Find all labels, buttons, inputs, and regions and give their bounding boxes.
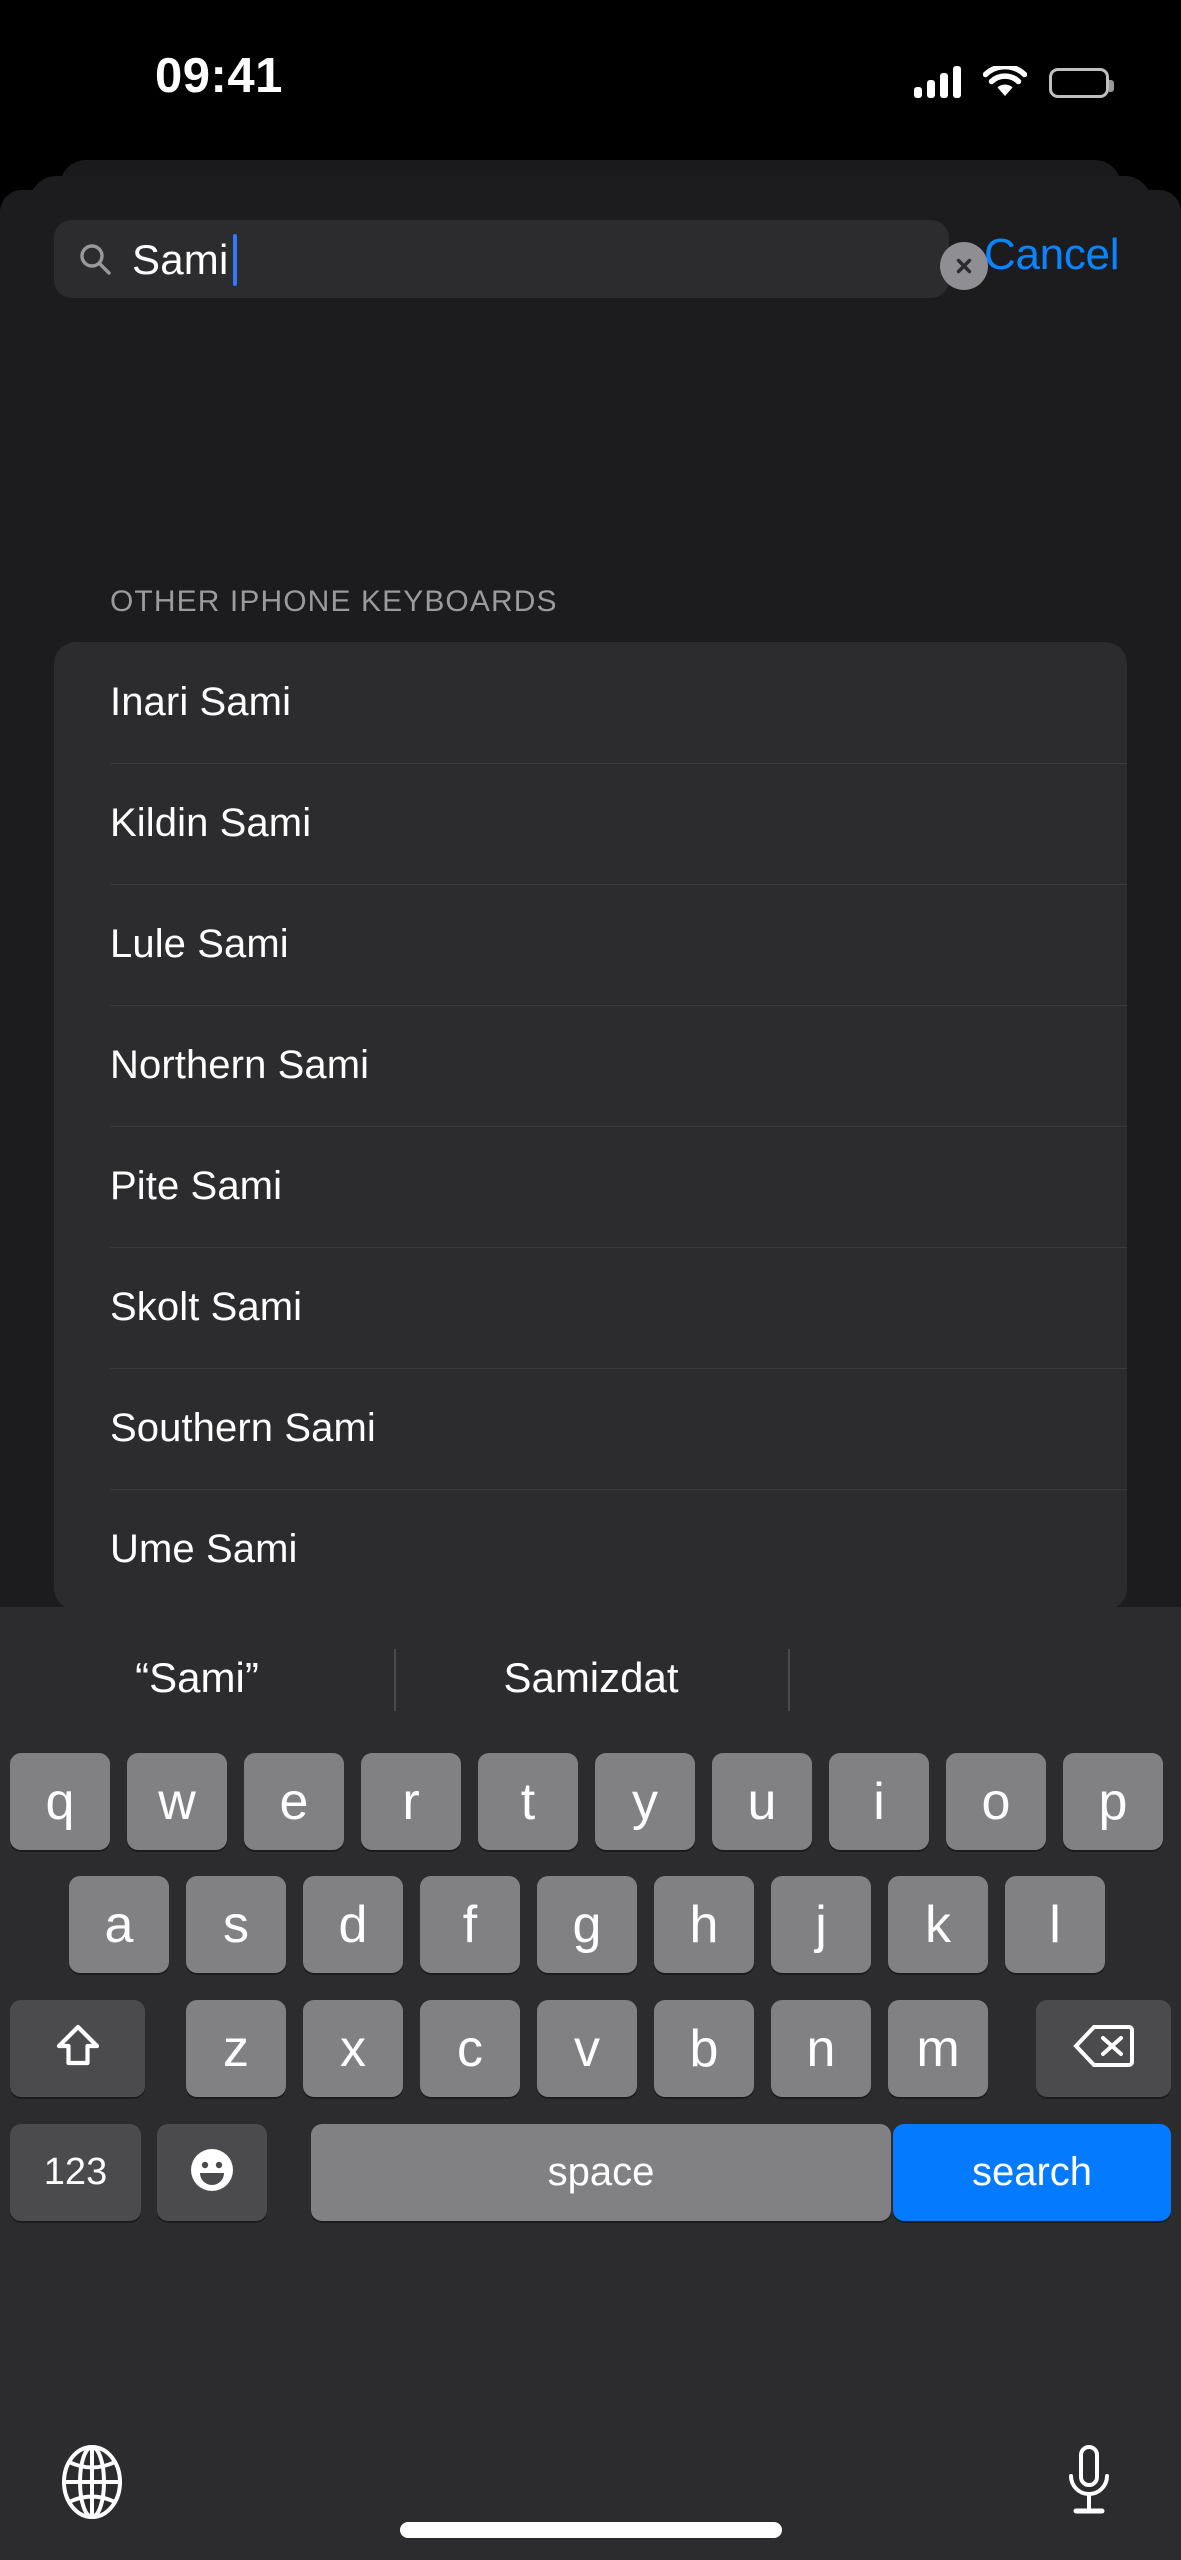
list-item[interactable]: Inari Sami — [54, 642, 1127, 763]
key-x[interactable]: x — [303, 2000, 403, 2097]
list-item-label: Inari Sami — [110, 680, 292, 724]
numbers-key[interactable]: 123 — [10, 2124, 141, 2221]
keyboard-row-3: z x c v b n m — [0, 2000, 1181, 2100]
key-d[interactable]: d — [303, 1876, 403, 1973]
key-p[interactable]: p — [1063, 1753, 1163, 1850]
space-key[interactable]: space — [311, 2124, 891, 2221]
key-v[interactable]: v — [537, 2000, 637, 2097]
cancel-button[interactable]: Cancel — [984, 230, 1119, 280]
prediction-candidate-3[interactable] — [788, 1607, 1181, 1749]
prediction-bar: “Sami” Samizdat — [0, 1607, 1181, 1749]
key-a[interactable]: a — [69, 1876, 169, 1973]
battery-full-icon — [1049, 68, 1114, 98]
wifi-icon — [982, 63, 1028, 98]
globe-language-icon — [57, 2444, 127, 2525]
list-item-label: Northern Sami — [110, 1043, 370, 1087]
home-indicator — [399, 2522, 782, 2538]
key-o[interactable]: o — [946, 1753, 1046, 1850]
keyboard-settings-sheet: Sami Cancel OTHER IPHONE KEYBOARDS Inari… — [0, 190, 1181, 1607]
key-r[interactable]: r — [361, 1753, 461, 1850]
backspace-key[interactable] — [1036, 2000, 1171, 2097]
status-bar-time: 09:41 — [155, 49, 283, 103]
key-l[interactable]: l — [1005, 1876, 1105, 1973]
keyboard-results-list: Inari Sami Kildin Sami Lule Sami Norther… — [54, 642, 1127, 1607]
status-bar: 09:41 — [0, 0, 1181, 150]
search-icon — [78, 242, 112, 276]
key-z[interactable]: z — [186, 2000, 286, 2097]
keyboard-row-4: 123 space search — [0, 2124, 1181, 2224]
key-u[interactable]: u — [712, 1753, 812, 1850]
keyboard-row-2: a s d f g h j k l — [0, 1876, 1181, 1976]
key-q[interactable]: q — [10, 1753, 110, 1850]
section-header: OTHER IPHONE KEYBOARDS — [110, 585, 558, 618]
backspace-delete-icon — [1072, 2023, 1135, 2074]
status-bar-icons — [914, 58, 1114, 98]
microphone-key[interactable] — [1039, 2439, 1139, 2529]
key-e[interactable]: e — [244, 1753, 344, 1850]
key-g[interactable]: g — [537, 1876, 637, 1973]
text-caret — [233, 234, 237, 286]
globe-key[interactable] — [42, 2439, 142, 2529]
microphone-dictation-icon — [1063, 2443, 1115, 2526]
emoji-key[interactable] — [157, 2124, 267, 2221]
keyboard-row-1: q w e r t y u i o p — [0, 1753, 1181, 1853]
list-item-label: Ume Sami — [110, 1527, 298, 1571]
clear-text-icon[interactable] — [940, 242, 988, 290]
shift-arrow-icon — [52, 2020, 104, 2077]
key-c[interactable]: c — [420, 2000, 520, 2097]
key-m[interactable]: m — [888, 2000, 988, 2097]
list-item-label: Pite Sami — [110, 1164, 283, 1208]
search-return-key[interactable]: search — [893, 2124, 1171, 2221]
list-item[interactable]: Southern Sami — [54, 1368, 1127, 1489]
key-j[interactable]: j — [771, 1876, 871, 1973]
key-k[interactable]: k — [888, 1876, 988, 1973]
key-f[interactable]: f — [420, 1876, 520, 1973]
list-item-label: Kildin Sami — [110, 801, 312, 845]
prediction-candidate-1[interactable]: “Sami” — [0, 1607, 394, 1749]
list-item-label: Southern Sami — [110, 1406, 376, 1450]
key-i[interactable]: i — [829, 1753, 929, 1850]
key-n[interactable]: n — [771, 2000, 871, 2097]
prediction-candidate-2[interactable]: Samizdat — [394, 1607, 788, 1749]
shift-key[interactable] — [10, 2000, 145, 2097]
key-w[interactable]: w — [127, 1753, 227, 1850]
search-input[interactable]: Sami — [54, 220, 988, 298]
keyboard-bottom-bar — [0, 2427, 1181, 2560]
key-t[interactable]: t — [478, 1753, 578, 1850]
list-item-label: Skolt Sami — [110, 1285, 303, 1329]
key-h[interactable]: h — [654, 1876, 754, 1973]
search-bar-row: Sami Cancel — [0, 220, 1181, 310]
list-item[interactable]: Pite Sami — [54, 1126, 1127, 1247]
key-s[interactable]: s — [186, 1876, 286, 1973]
list-item[interactable]: Kildin Sami — [54, 763, 1127, 884]
list-item[interactable]: Lule Sami — [54, 884, 1127, 1005]
list-item[interactable]: Ume Sami — [54, 1489, 1127, 1607]
list-item[interactable]: Northern Sami — [54, 1005, 1127, 1126]
list-item-label: Lule Sami — [110, 922, 289, 966]
search-input-value: Sami — [132, 236, 229, 283]
emoji-smiley-icon — [184, 2142, 240, 2203]
software-keyboard: “Sami” Samizdat q w e r t y u i o p a s … — [0, 1607, 1181, 2560]
list-item[interactable]: Skolt Sami — [54, 1247, 1127, 1368]
key-y[interactable]: y — [595, 1753, 695, 1850]
cellular-signal-icon — [914, 66, 961, 98]
key-b[interactable]: b — [654, 2000, 754, 2097]
